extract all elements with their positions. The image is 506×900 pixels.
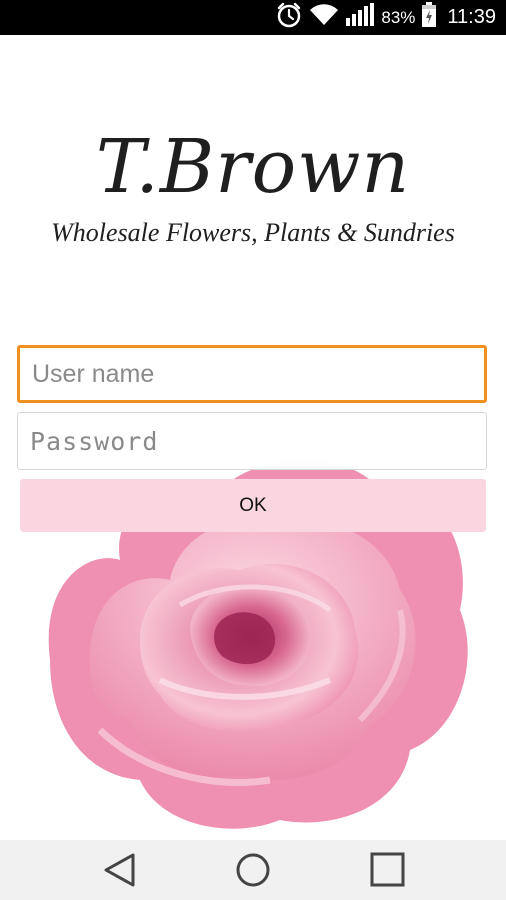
back-icon [104,853,135,887]
login-screen: 83% 11:39 T.Brown Wholesale Flowers, Pla… [0,0,506,900]
battery-percent: 83% [381,7,416,27]
clock: 11:39 [447,6,496,28]
status-bar: 83% 11:39 [0,0,506,35]
battery-charging-icon [421,2,437,33]
company-logo: T.Brown Wholesale Flowers, Plants & Sund… [0,120,506,260]
password-input[interactable] [17,412,487,470]
ok-button[interactable]: OK [20,479,486,532]
back-button[interactable] [95,850,145,890]
logo-subtitle: Wholesale Flowers, Plants & Sundries [51,218,455,247]
recent-apps-icon [370,852,405,887]
navigation-bar [0,840,506,900]
alarm-icon [275,1,303,34]
signal-icon [345,3,375,32]
recent-apps-button[interactable] [362,850,412,890]
status-icons: 83% 11:39 [275,0,496,35]
wifi-icon [309,3,339,32]
home-icon [236,853,270,887]
username-input[interactable] [17,345,487,403]
home-button[interactable] [228,850,278,890]
logo-title: T.Brown [95,124,411,210]
